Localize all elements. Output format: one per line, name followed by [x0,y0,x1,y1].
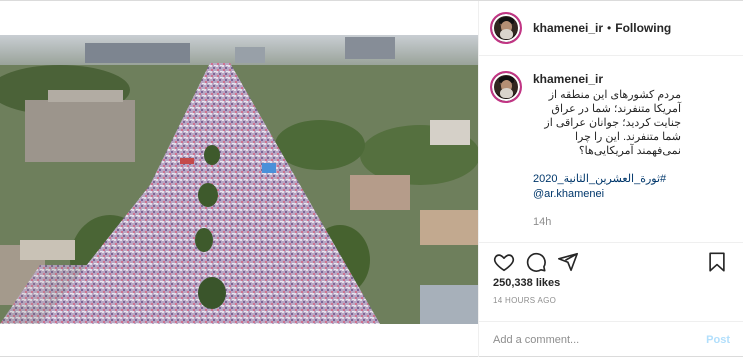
likes-count[interactable]: 250,338 likes [493,277,560,289]
post-timestamp: 14 HOURS AGO [493,296,557,305]
caption-username[interactable]: khamenei_ir [533,72,733,87]
caption-body: khamenei_ir مردم کشورهای این منطقه از آم… [533,72,733,228]
header-username[interactable]: khamenei_ir [533,21,603,35]
caption-tags: #ثورة_العشرين_الثانية_2020 @ar.khamenei [533,172,733,202]
share-icon[interactable] [557,251,579,273]
avatar[interactable] [490,12,522,44]
caption-time: 14h [533,216,552,228]
action-bar [479,242,743,282]
heart-icon[interactable] [493,251,515,273]
comment-icon[interactable] [525,251,547,273]
comment-input[interactable]: Add a comment... [493,334,706,346]
header-separator: • [607,21,612,35]
post-button[interactable]: Post [706,334,730,346]
add-comment-bar: Add a comment... Post [479,321,743,357]
following-button[interactable]: Following [615,21,671,35]
aerial-crowd-image [0,35,478,324]
caption-avatar[interactable] [490,71,522,103]
post-photo[interactable] [0,35,478,324]
hashtag-link[interactable]: #ثورة_العشرين_الثانية_2020 [533,172,733,187]
caption-text: مردم کشورهای این منطقه از آمریکا متنفرند… [544,89,681,157]
instagram-post: khamenei_ir • Following khamenei_ir مردم… [0,0,743,357]
post-side-panel: khamenei_ir • Following khamenei_ir مردم… [478,1,743,357]
mention-link[interactable]: @ar.khamenei [533,187,733,202]
post-header: khamenei_ir • Following [479,1,743,56]
bookmark-icon[interactable] [706,251,728,273]
